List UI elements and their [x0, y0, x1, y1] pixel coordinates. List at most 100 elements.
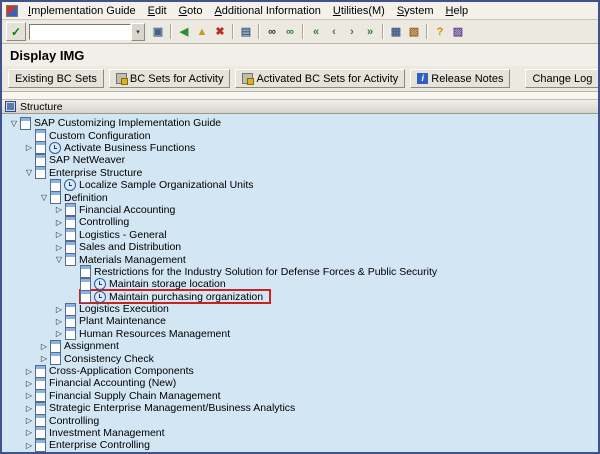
tree-item-label[interactable]: Consistency Check — [64, 353, 154, 365]
last-page-icon[interactable]: » — [361, 23, 379, 40]
expand-icon[interactable]: ▷ — [23, 143, 35, 152]
tree-item-label[interactable]: Custom Configuration — [49, 130, 151, 142]
tree-item-label[interactable]: Controlling — [49, 415, 99, 427]
tree-row[interactable]: ▷ Financial Accounting — [2, 204, 598, 216]
tree-row[interactable]: SAP NetWeaver — [2, 154, 598, 166]
collapse-icon[interactable]: ▽ — [53, 255, 65, 264]
tree-row[interactable]: ▷ Cross-Application Components — [2, 365, 598, 377]
menu-item[interactable]: System — [391, 4, 440, 18]
tree-row[interactable]: Restrictions for the Industry Solution f… — [2, 266, 598, 278]
menu-item[interactable]: Utilities(M) — [327, 4, 391, 18]
tree-item-label[interactable]: Restrictions for the Industry Solution f… — [94, 266, 437, 278]
tree-item-label[interactable]: Controlling — [79, 216, 129, 228]
find-next-icon[interactable]: ∞ — [281, 23, 299, 40]
tree-item-label[interactable]: Localize Sample Organizational Units — [79, 179, 254, 191]
menu-item[interactable]: Implementation Guide — [22, 4, 142, 18]
find-icon[interactable]: ∞ — [263, 23, 281, 40]
tree-row[interactable]: Maintain purchasing organization — [2, 290, 598, 302]
tree-row[interactable]: ▽ Materials Management — [2, 253, 598, 265]
expand-icon[interactable]: ▷ — [23, 367, 35, 376]
existing-bc-sets-button[interactable]: Existing BC Sets — [8, 69, 104, 88]
command-field[interactable] — [29, 24, 131, 40]
expand-icon[interactable]: ▷ — [38, 342, 50, 351]
tree-row[interactable]: Localize Sample Organizational Units — [2, 179, 598, 191]
expand-icon[interactable]: ▷ — [23, 379, 35, 388]
expand-icon[interactable]: ▷ — [53, 243, 65, 252]
tree-row[interactable]: ▷ Assignment — [2, 340, 598, 352]
tree-row[interactable]: ▷ Logistics - General — [2, 229, 598, 241]
tree-item-label[interactable]: SAP Customizing Implementation Guide — [34, 117, 221, 129]
tree-item-label[interactable]: Financial Accounting — [79, 204, 175, 216]
tree-item-label[interactable]: Cross-Application Components — [49, 365, 194, 377]
collapse-icon[interactable]: ▽ — [23, 168, 35, 177]
first-page-icon[interactable]: « — [307, 23, 325, 40]
tree-row[interactable]: ▷Strategic Enterprise Management/Busines… — [2, 402, 598, 414]
collapse-icon[interactable]: ▽ — [8, 119, 20, 128]
save-icon[interactable]: ▣ — [149, 23, 167, 40]
tree-row[interactable]: ▷ Financial Accounting (New) — [2, 377, 598, 389]
tree-row[interactable]: Custom Configuration — [2, 129, 598, 141]
tree-item-label[interactable]: Logistics Execution — [79, 303, 169, 315]
expand-icon[interactable]: ▷ — [53, 317, 65, 326]
enter-icon[interactable]: ✓ — [6, 22, 26, 41]
tree-item-label[interactable]: Plant Maintenance — [79, 315, 166, 327]
help-icon[interactable]: ? — [431, 23, 449, 40]
menu-item[interactable]: Help — [440, 4, 475, 18]
tree-row[interactable]: ▷ Investment Management — [2, 427, 598, 439]
expand-icon[interactable]: ▷ — [38, 354, 50, 363]
tree-item-label[interactable]: Financial Supply Chain Management — [49, 390, 221, 402]
release-notes-button[interactable]: Release Notes — [410, 69, 510, 88]
menu-item[interactable]: Edit — [142, 4, 173, 18]
tree-item-label[interactable]: Logistics - General — [79, 229, 167, 241]
prev-page-icon[interactable]: ‹ — [325, 23, 343, 40]
create-shortcut-icon[interactable]: ▧ — [405, 23, 423, 40]
tree-item-label[interactable]: Human Resources Management — [79, 328, 230, 340]
tree-row[interactable]: ▷ Enterprise Controlling — [2, 439, 598, 451]
tree-item-label[interactable]: Enterprise Controlling — [49, 439, 150, 451]
expand-icon[interactable]: ▷ — [23, 404, 35, 413]
tree-item-label[interactable]: Financial Accounting (New) — [49, 377, 176, 389]
expand-icon[interactable]: ▷ — [23, 441, 35, 450]
expand-icon[interactable]: ▷ — [53, 329, 65, 338]
activated-bc-sets-for-activity-button[interactable]: Activated BC Sets for Activity — [235, 69, 405, 88]
tree-item-label[interactable]: Materials Management — [79, 254, 186, 266]
bc-sets-for-activity-button[interactable]: BC Sets for Activity — [109, 69, 231, 88]
system-menu-icon[interactable] — [6, 5, 18, 17]
expand-icon[interactable]: ▷ — [23, 416, 35, 425]
tree-row[interactable]: ▽ SAP Customizing Implementation Guide — [2, 117, 598, 129]
collapse-icon[interactable]: ▽ — [38, 193, 50, 202]
expand-icon[interactable]: ▷ — [53, 205, 65, 214]
menu-item[interactable]: Goto — [173, 4, 209, 18]
menu-item[interactable]: Additional Information — [208, 4, 326, 18]
tree-item-label[interactable]: Sales and Distribution — [79, 241, 181, 253]
new-session-icon[interactable]: ▦ — [387, 23, 405, 40]
tree-item-label[interactable]: SAP NetWeaver — [49, 154, 125, 166]
customize-layout-icon[interactable]: ▨ — [449, 23, 467, 40]
tree-row[interactable]: ▽ Definition — [2, 191, 598, 203]
expand-icon[interactable]: ▷ — [53, 218, 65, 227]
tree-row[interactable]: ▷Activate Business Functions — [2, 142, 598, 154]
tree-row[interactable]: ▷ Controlling — [2, 414, 598, 426]
next-page-icon[interactable]: › — [343, 23, 361, 40]
cancel-icon[interactable]: ✖ — [211, 23, 229, 40]
expand-icon[interactable]: ▷ — [53, 230, 65, 239]
command-field-dropdown-icon[interactable]: ▾ — [131, 23, 145, 41]
tree-row[interactable]: ▷ Logistics Execution — [2, 303, 598, 315]
tree-item-label[interactable]: Enterprise Structure — [49, 167, 142, 179]
back-icon[interactable]: ◀ — [175, 23, 193, 40]
tree-item-label[interactable]: Definition — [64, 192, 108, 204]
tree-item-label[interactable]: Maintain storage location — [109, 278, 226, 290]
change-log-button[interactable]: Change Log — [525, 69, 599, 88]
tree-item-label[interactable]: Assignment — [64, 340, 119, 352]
tree-row[interactable]: ▷ Human Resources Management — [2, 328, 598, 340]
expand-icon[interactable]: ▷ — [23, 428, 35, 437]
tree-row[interactable]: ▷ Sales and Distribution — [2, 241, 598, 253]
expand-icon[interactable]: ▷ — [23, 391, 35, 400]
tree-row[interactable]: Maintain storage location — [2, 278, 598, 290]
print-icon[interactable]: ▤ — [237, 23, 255, 40]
tree-item-label[interactable]: Investment Management — [49, 427, 165, 439]
expand-icon[interactable]: ▷ — [53, 305, 65, 314]
tree-item-label[interactable]: Maintain purchasing organization — [109, 291, 263, 303]
tree-row[interactable]: ▷ Financial Supply Chain Management — [2, 390, 598, 402]
tree-row[interactable]: ▷ Controlling — [2, 216, 598, 228]
